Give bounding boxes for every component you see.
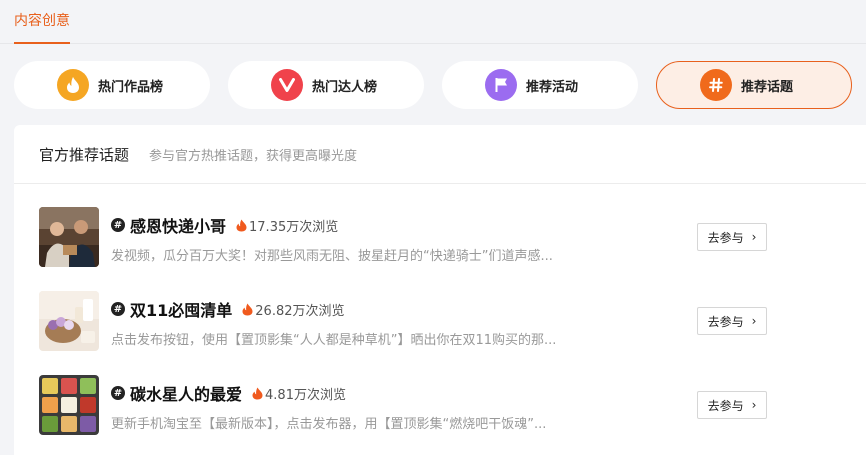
category-label: 推荐活动 [526, 79, 579, 95]
join-button[interactable]: 去参与 › [697, 391, 767, 419]
topic-row: # 感恩快递小哥 17.35万次浏览 发视频，瓜分百万大奖！对那些风雨无阻、披星… [39, 207, 779, 267]
category-bar: 热门作品榜 热门达人榜 推荐活动 推荐话题 [14, 61, 866, 109]
join-button[interactable]: 去参与 › [697, 223, 767, 251]
chevron-right-icon: › [751, 398, 757, 412]
view-count: 17.35万次浏览 [249, 219, 339, 235]
topic-thumbnail[interactable] [39, 291, 99, 351]
tab-content-ideas[interactable]: 内容创意 [14, 10, 70, 44]
hashtag-icon: # [111, 386, 125, 400]
topic-row: # 双11必囤清单 26.82万次浏览 点击发布按钮，使用【置顶影集“人人都是种… [39, 291, 779, 351]
topic-title[interactable]: 感恩快递小哥 [130, 213, 226, 237]
topic-description: 点击发布按钮，使用【置顶影集“人人都是种草机”】晒出你在双11购买的那... [111, 333, 557, 348]
topic-title[interactable]: 双11必囤清单 [130, 297, 232, 321]
chevron-right-icon: › [751, 230, 757, 244]
fire-icon [242, 303, 253, 316]
category-hot-works[interactable]: 热门作品榜 [14, 61, 210, 109]
topic-row: # 碳水星人的最爱 4.81万次浏览 更新手机淘宝至【最新版本】，点击发布器，用… [39, 375, 779, 435]
join-label: 去参与 [707, 398, 744, 413]
category-recommended-events[interactable]: 推荐活动 [442, 61, 638, 109]
join-label: 去参与 [707, 314, 744, 329]
category-hot-creators[interactable]: 热门达人榜 [228, 61, 424, 109]
panel-header: 官方推荐话题 参与官方热推话题，获得更高曝光度 [14, 125, 866, 184]
category-recommended-topics[interactable]: 推荐话题 [656, 61, 852, 109]
chevron-right-icon: › [751, 314, 757, 328]
category-label: 热门达人榜 [312, 79, 378, 95]
topic-title[interactable]: 碳水星人的最爱 [130, 381, 242, 405]
v-badge-icon [271, 69, 303, 101]
topic-title-line: # 双11必囤清单 26.82万次浏览 [111, 297, 345, 321]
panel-subtitle: 参与官方热推话题，获得更高曝光度 [149, 148, 358, 164]
top-tab-bar: 内容创意 [0, 0, 866, 44]
category-label: 热门作品榜 [98, 79, 164, 95]
topic-thumbnail[interactable] [39, 375, 99, 435]
panel-title: 官方推荐话题 [39, 145, 130, 164]
hashtag-icon: # [111, 218, 125, 232]
topic-title-line: # 碳水星人的最爱 4.81万次浏览 [111, 381, 346, 405]
join-button[interactable]: 去参与 › [697, 307, 767, 335]
fire-icon [236, 219, 247, 232]
view-count: 26.82万次浏览 [255, 303, 345, 319]
topic-title-line: # 感恩快递小哥 17.35万次浏览 [111, 213, 338, 237]
topic-description: 更新手机淘宝至【最新版本】，点击发布器，用【置顶影集“燃烧吧干饭魂”... [111, 417, 547, 432]
flame-icon [57, 69, 89, 101]
fire-icon [252, 387, 263, 400]
hashtag-icon [700, 69, 732, 101]
category-label: 推荐话题 [741, 79, 794, 95]
topic-description: 发视频，瓜分百万大奖！对那些风雨无阻、披星赶月的“快递骑士”们道声感... [111, 249, 553, 264]
recommended-topics-panel: 官方推荐话题 参与官方热推话题，获得更高曝光度 # 感恩快递小哥 17.35万次… [14, 125, 866, 455]
hashtag-icon: # [111, 302, 125, 316]
join-label: 去参与 [707, 230, 744, 245]
flag-icon [485, 69, 517, 101]
topic-thumbnail[interactable] [39, 207, 99, 267]
view-count: 4.81万次浏览 [265, 387, 346, 403]
